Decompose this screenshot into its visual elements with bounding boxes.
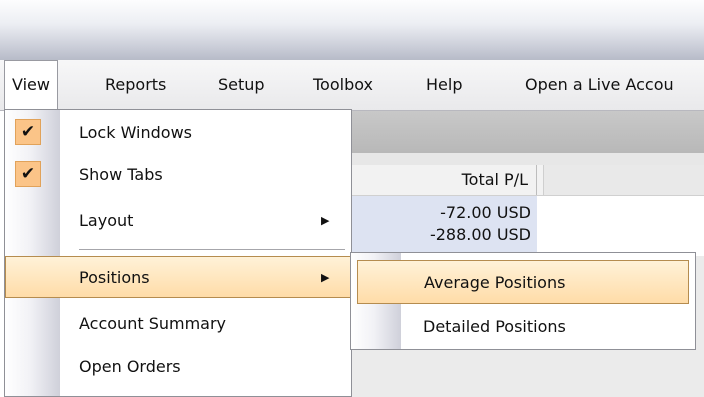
total-pl-value: -288.00 USD xyxy=(429,225,531,244)
submenu-arrow-icon: ▶ xyxy=(321,214,330,227)
menu-item-layout[interactable]: Layout ▶ xyxy=(5,200,351,242)
menu-open-live-account[interactable]: Open a Live Accou xyxy=(525,60,674,110)
grid-rows: -72.00 USD -288.00 USD xyxy=(347,196,704,256)
menu-help[interactable]: Help xyxy=(426,60,462,110)
submenu-item-label: Average Positions xyxy=(424,273,566,292)
menu-view[interactable]: View xyxy=(4,60,58,110)
submenu-item-detailed-positions[interactable]: Detailed Positions xyxy=(351,305,695,349)
submenu-item-label: Detailed Positions xyxy=(423,317,566,336)
column-header-total-pl[interactable]: Total P/L xyxy=(347,165,537,195)
menu-separator xyxy=(79,249,345,250)
tab-strip xyxy=(347,111,704,153)
menu-item-label: Lock Windows xyxy=(79,123,192,142)
total-pl-value: -72.00 USD xyxy=(440,203,531,222)
grid-header: Total P/L xyxy=(347,165,704,196)
menu-item-lock-windows[interactable]: ✔ Lock Windows xyxy=(5,112,351,154)
menu-item-label: Open Orders xyxy=(79,357,181,376)
positions-submenu: Average Positions Detailed Positions xyxy=(350,252,696,350)
menu-item-open-orders[interactable]: Open Orders xyxy=(5,346,351,388)
menu-reports[interactable]: Reports xyxy=(105,60,166,110)
menu-item-account-summary[interactable]: Account Summary xyxy=(5,303,351,345)
menu-item-show-tabs[interactable]: ✔ Show Tabs xyxy=(5,154,351,196)
menu-bar: View Reports Setup Toolbox Help Open a L… xyxy=(0,60,704,111)
grid-header-empty xyxy=(543,165,704,195)
menu-item-label: Layout xyxy=(79,211,134,230)
view-menu-dropdown: ✔ Lock Windows ✔ Show Tabs Layout ▶ Posi… xyxy=(4,109,352,397)
menu-item-label: Positions xyxy=(79,268,150,287)
submenu-item-average-positions[interactable]: Average Positions xyxy=(357,260,689,304)
checkmark-icon: ✔ xyxy=(15,161,41,187)
menu-setup[interactable]: Setup xyxy=(218,60,265,110)
menu-item-label: Show Tabs xyxy=(79,165,163,184)
menu-toolbox[interactable]: Toolbox xyxy=(313,60,373,110)
menu-item-label: Account Summary xyxy=(79,314,227,333)
submenu-arrow-icon: ▶ xyxy=(321,271,330,284)
window-title-bar xyxy=(0,0,704,60)
checkmark-icon: ✔ xyxy=(15,119,41,145)
menu-item-positions[interactable]: Positions ▶ xyxy=(5,256,351,298)
